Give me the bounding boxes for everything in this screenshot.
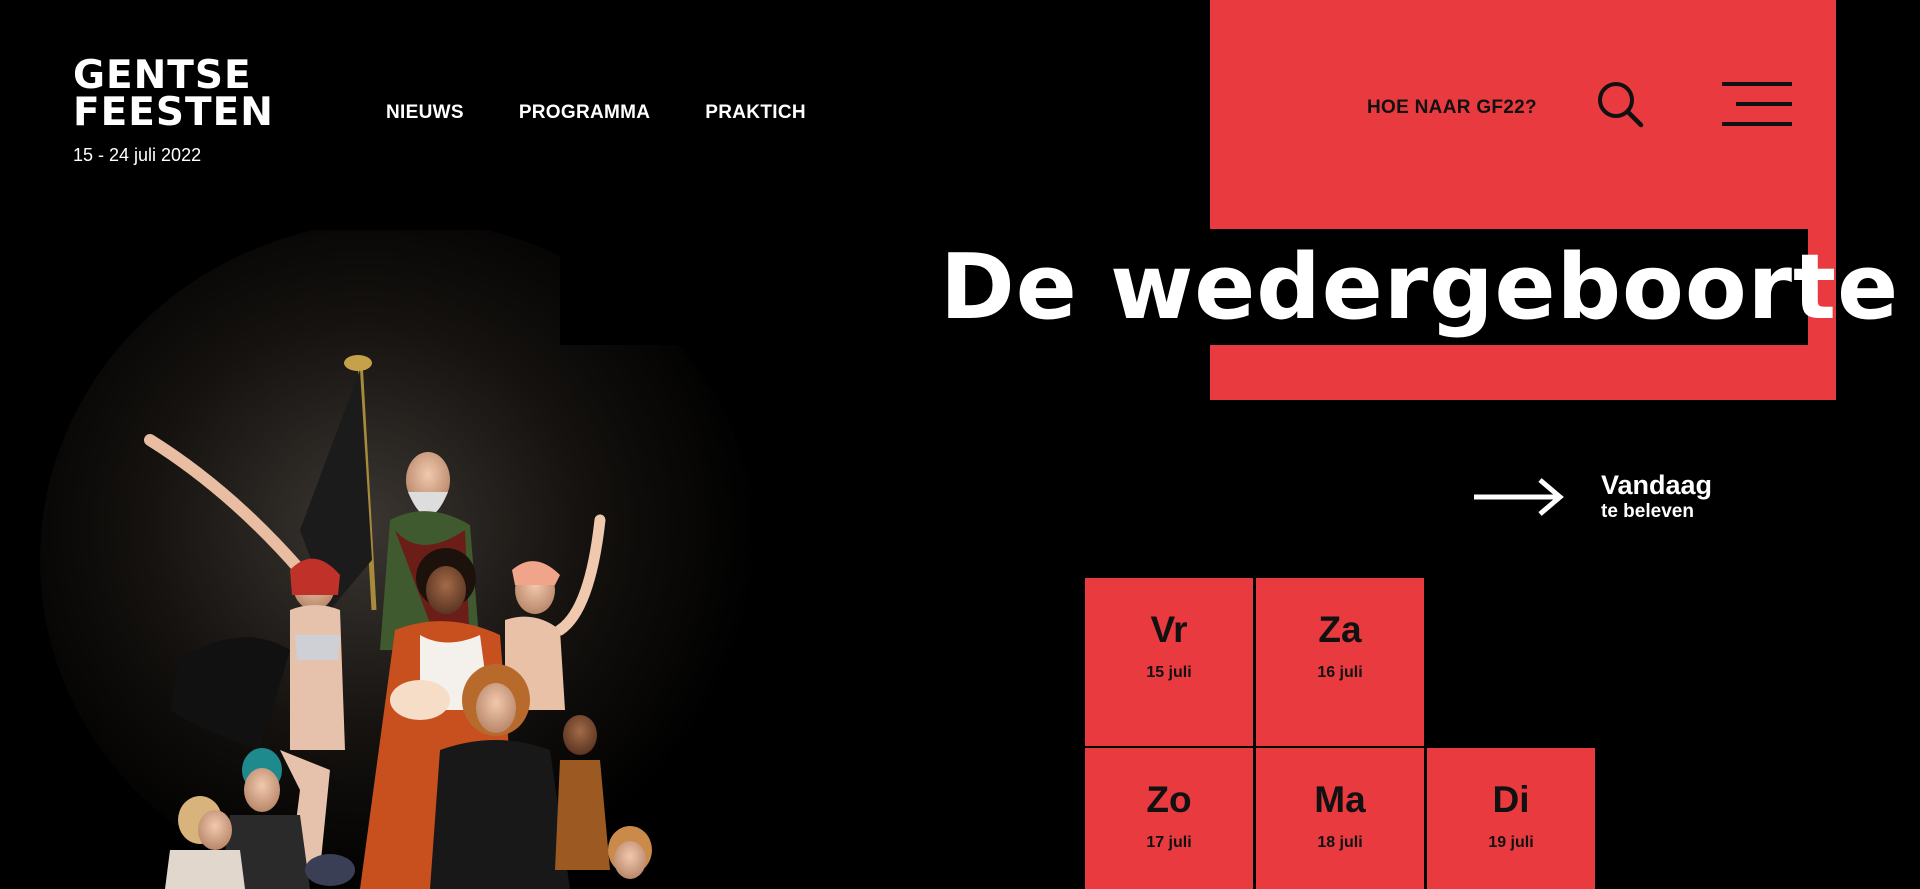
today-link-title: Vandaag [1601,470,1713,500]
nav-item-praktich[interactable]: PRAKTICH [705,102,806,124]
day-name: Ma [1314,779,1366,820]
day-name: Za [1318,609,1362,650]
today-link-text: Vandaag te beleven [1601,470,1712,524]
search-icon [1598,82,1644,128]
day-tile-di[interactable]: Di 19 juli [1427,748,1595,889]
day-date: 17 juli [1146,834,1192,851]
nav-item-nieuws[interactable]: NIEUWS [386,102,464,124]
day-date: 15 juli [1146,664,1192,681]
day-name: Vr [1150,609,1188,650]
day-date: 18 juli [1317,834,1363,851]
menu-button[interactable] [1722,82,1792,126]
menu-bar-middle [1736,102,1792,106]
page: GENTSE FEESTEN 15 - 24 juli 2022 NIEUWS … [0,0,1920,889]
day-date: 19 juli [1488,834,1534,851]
main-nav: NIEUWS PROGRAMMA PRAKTICH [386,102,806,124]
hamburger-menu-icon [1722,82,1792,86]
nav-item-programma[interactable]: PROGRAMMA [519,102,650,124]
arrow-right-icon [1474,478,1564,516]
festival-dates: 15 - 24 juli 2022 [73,145,202,165]
search-button[interactable] [1596,80,1646,130]
day-tile-ma[interactable]: Ma 18 juli [1256,748,1424,889]
hero-headline: De wedergeboorte [940,235,1900,340]
how-to-get-there-link[interactable]: HOE NAAR GF22? [1367,97,1537,119]
day-tile-za[interactable]: Za 16 juli [1256,578,1424,746]
today-events-link[interactable]: Vandaag te beleven [1472,470,1712,524]
site-logo[interactable]: GENTSE FEESTEN [73,53,274,135]
logo-line-1: GENTSE [73,53,252,98]
day-tile-vr[interactable]: Vr 15 juli [1085,578,1253,746]
day-tile-zo[interactable]: Zo 17 juli [1085,748,1253,889]
menu-bar-bottom [1722,122,1792,126]
day-date: 16 juli [1317,664,1363,681]
today-link-subtitle: te beleven [1601,501,1694,522]
day-name: Zo [1146,779,1192,820]
logo-line-2: FEESTEN [73,90,274,135]
day-name: Di [1492,779,1530,820]
